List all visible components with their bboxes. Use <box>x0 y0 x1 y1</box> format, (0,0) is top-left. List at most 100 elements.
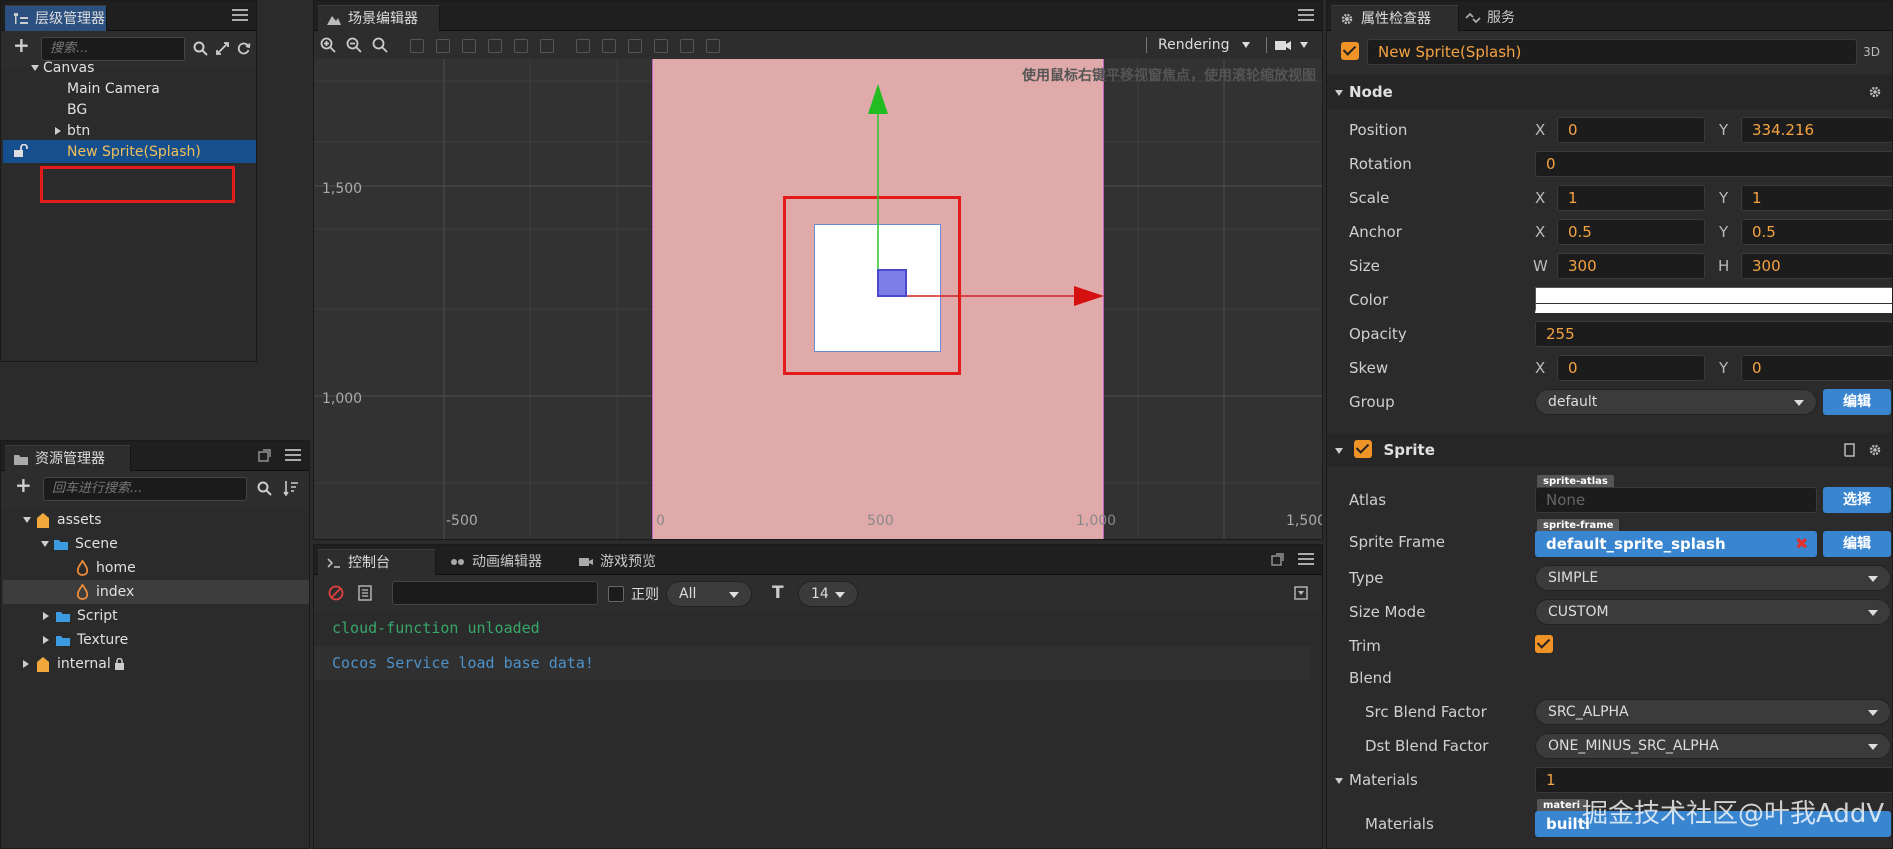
tab-inspector[interactable]: 属性检查器 <box>1331 5 1459 31</box>
regex-checkbox[interactable] <box>608 586 624 602</box>
clear-icon[interactable] <box>328 585 344 601</box>
sprite-frame-edit-button[interactable]: 编辑 <box>1823 531 1891 557</box>
search-icon[interactable] <box>257 481 272 496</box>
color-swatch[interactable] <box>1535 287 1892 313</box>
tab-hierarchy[interactable]: 层级管理器 <box>5 5 107 31</box>
distribute-center-icon[interactable] <box>680 39 694 53</box>
opacity-input[interactable]: 255 <box>1535 321 1892 347</box>
node-name-input[interactable]: New Sprite(Splash) <box>1367 39 1857 65</box>
size-h-input[interactable]: 300 <box>1741 253 1892 279</box>
add-asset-icon[interactable]: + <box>15 475 32 495</box>
position-x-input[interactable]: 0 <box>1557 117 1705 143</box>
chevron-down-icon[interactable] <box>23 517 31 523</box>
sort-icon[interactable] <box>283 480 299 496</box>
book-icon[interactable] <box>1843 443 1856 457</box>
rendering-dropdown[interactable]: Rendering <box>1158 35 1258 55</box>
tab-assets[interactable]: 资源管理器 <box>5 445 131 471</box>
zoom-reset-icon[interactable] <box>372 37 388 53</box>
scale-x-input[interactable]: 1 <box>1557 185 1705 211</box>
xy-plane-handle[interactable] <box>877 269 907 297</box>
tab-services[interactable]: 服务 <box>1457 5 1537 31</box>
chevron-right-icon[interactable] <box>43 636 49 644</box>
refresh-icon[interactable] <box>236 41 251 56</box>
dst-blend-select[interactable]: ONE_MINUS_SRC_ALPHA <box>1535 733 1891 759</box>
tree-item-index-row[interactable] <box>3 580 309 604</box>
align-top-icon[interactable] <box>488 39 502 53</box>
scale-y-input[interactable]: 1 <box>1741 185 1892 211</box>
tree-item-btn[interactable]: btn <box>55 120 90 142</box>
distribute-bottom-icon[interactable] <box>628 39 642 53</box>
skew-x-input[interactable]: 0 <box>1557 355 1705 381</box>
zoom-in-icon[interactable] <box>320 37 336 53</box>
tree-item-assets[interactable]: assets <box>23 509 102 531</box>
distribute-left-icon[interactable] <box>654 39 668 53</box>
zoom-out-icon[interactable] <box>346 37 362 53</box>
trim-checkbox[interactable] <box>1535 635 1553 653</box>
chevron-right-icon[interactable] <box>23 660 29 668</box>
tree-item-internal[interactable]: internal <box>23 653 125 675</box>
tree-item-home[interactable]: home <box>75 557 136 579</box>
group-select[interactable]: default <box>1535 389 1817 415</box>
position-y-input[interactable]: 334.216 <box>1741 117 1892 143</box>
skew-y-input[interactable]: 0 <box>1741 355 1892 381</box>
node-active-checkbox[interactable] <box>1341 42 1359 60</box>
mode-3d-toggle[interactable]: 3D <box>1863 45 1880 59</box>
open-log-icon[interactable] <box>358 585 372 601</box>
add-node-icon[interactable]: + <box>13 35 30 55</box>
type-select[interactable]: SIMPLE <box>1535 565 1891 591</box>
chevron-down-icon[interactable] <box>31 65 39 71</box>
chevron-down-icon[interactable] <box>1335 777 1343 784</box>
group-edit-button[interactable]: 编辑 <box>1823 389 1891 415</box>
align-center-v-icon[interactable] <box>514 39 528 53</box>
node-section-header[interactable]: Node <box>1327 75 1892 109</box>
unlock-icon[interactable] <box>13 144 29 158</box>
gear-icon[interactable] <box>1868 443 1882 457</box>
console-menu-icon[interactable] <box>1298 553 1314 565</box>
src-blend-select[interactable]: SRC_ALPHA <box>1535 699 1891 725</box>
collapse-icon[interactable] <box>215 41 230 56</box>
clear-frame-icon[interactable]: ✖ <box>1795 534 1808 553</box>
move-gizmo[interactable] <box>814 84 1104 324</box>
align-right-icon[interactable] <box>462 39 476 53</box>
sprite-section-header[interactable]: Sprite <box>1327 433 1892 467</box>
tree-item-new-sprite[interactable]: New Sprite(Splash) <box>67 141 201 163</box>
distribute-top-icon[interactable] <box>576 39 590 53</box>
distribute-right-icon[interactable] <box>706 39 720 53</box>
log-level-select[interactable]: All <box>666 581 752 607</box>
y-axis-arrow-icon[interactable] <box>868 84 888 114</box>
search-icon[interactable] <box>193 41 208 56</box>
tree-item-bg[interactable]: BG <box>67 99 87 121</box>
tree-item-script[interactable]: Script <box>43 605 118 627</box>
materials-count-input[interactable]: 1 <box>1535 767 1892 793</box>
atlas-select-button[interactable]: 选择 <box>1823 487 1891 513</box>
chevron-down-icon[interactable] <box>41 541 49 547</box>
scene-menu-icon[interactable] <box>1298 9 1314 21</box>
distribute-middle-icon[interactable] <box>602 39 616 53</box>
camera-icon[interactable] <box>1274 39 1292 51</box>
tree-item-texture[interactable]: Texture <box>43 629 128 651</box>
gear-icon[interactable] <box>1868 85 1882 99</box>
assets-menu-icon[interactable] <box>285 449 301 461</box>
tree-item-scene[interactable]: Scene <box>41 533 118 555</box>
sprite-frame-input[interactable]: default_sprite_splash <box>1535 531 1817 557</box>
atlas-input[interactable]: None <box>1535 487 1817 513</box>
align-left-icon[interactable] <box>410 39 424 53</box>
popout-icon[interactable] <box>1271 553 1284 566</box>
chevron-right-icon[interactable] <box>55 127 61 135</box>
scene-viewport[interactable]: 使用鼠标右键平移视窗焦点，使用滚轮缩放视图 1,500 1,000 -500 0… <box>314 59 1322 539</box>
tab-scene[interactable]: 场景编辑器 <box>318 5 440 31</box>
align-center-h-icon[interactable] <box>436 39 450 53</box>
tab-game-preview[interactable]: 游戏预览 <box>570 549 688 575</box>
tree-item-canvas[interactable]: Canvas <box>31 57 94 79</box>
size-mode-select[interactable]: CUSTOM <box>1535 599 1891 625</box>
rotation-input[interactable]: 0 <box>1535 151 1892 177</box>
chevron-right-icon[interactable] <box>43 612 49 620</box>
tree-item-index[interactable]: index <box>75 581 134 603</box>
size-w-input[interactable]: 300 <box>1557 253 1705 279</box>
chevron-down-icon[interactable] <box>1300 42 1308 48</box>
sprite-enabled-checkbox[interactable] <box>1354 439 1373 458</box>
anchor-x-input[interactable]: 0.5 <box>1557 219 1705 245</box>
console-filter-input[interactable] <box>392 581 598 605</box>
popout-icon[interactable] <box>258 449 271 462</box>
hierarchy-menu-icon[interactable] <box>232 9 248 21</box>
